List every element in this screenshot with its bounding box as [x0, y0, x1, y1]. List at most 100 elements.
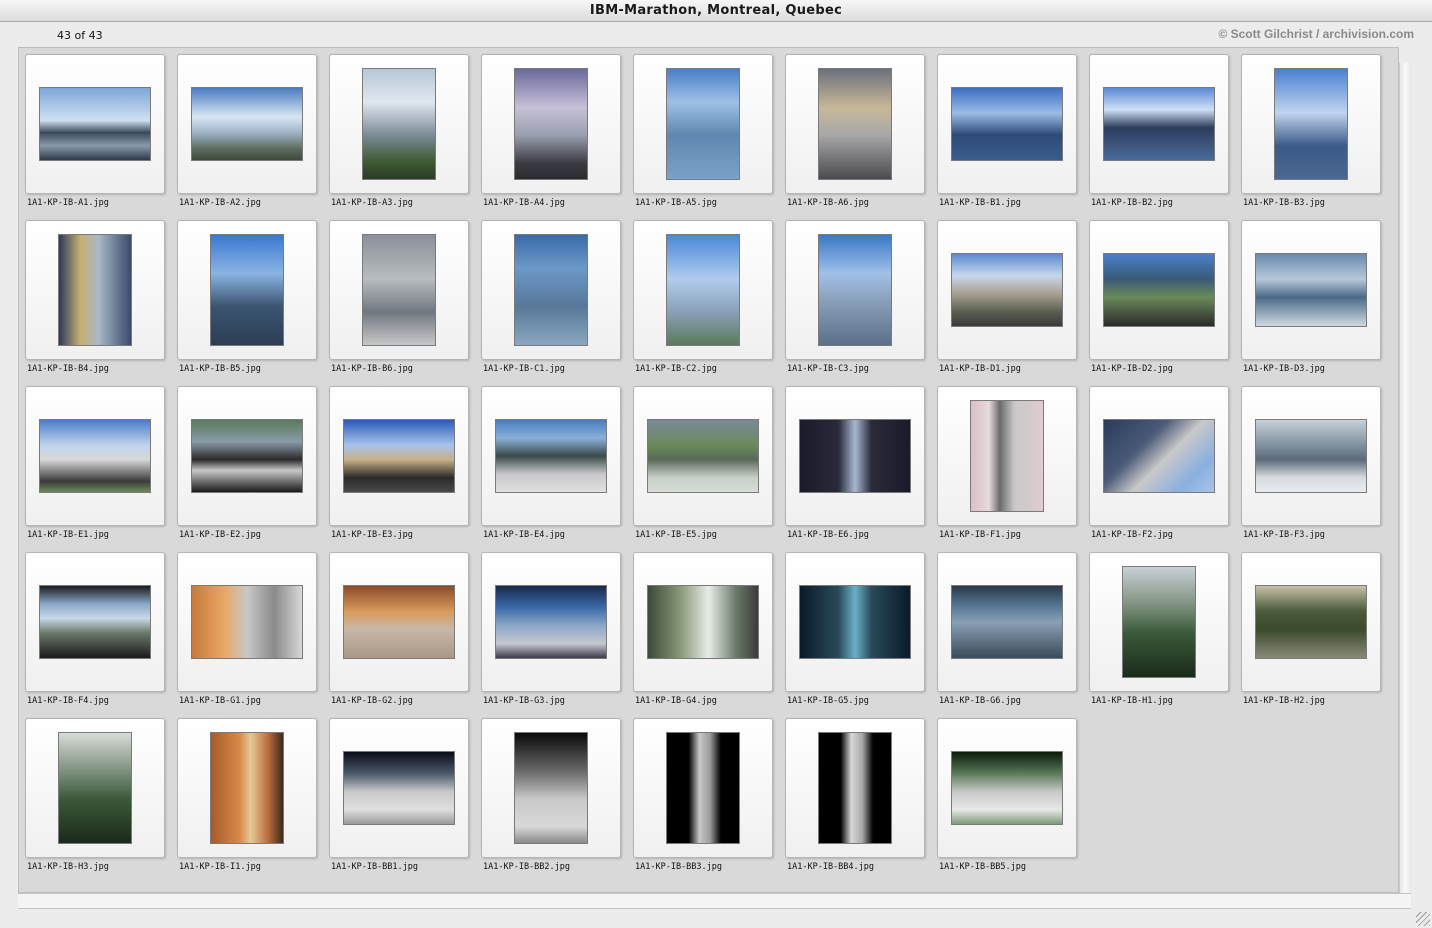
thumbnail-slide[interactable]: 1A1-KP-IB-A3.jpg — [329, 54, 469, 208]
thumbnail-slide[interactable]: 1A1-KP-IB-I1.jpg — [177, 718, 317, 872]
thumbnail-slide[interactable]: 1A1-KP-IB-B1.jpg — [937, 54, 1077, 208]
thumbnail-image[interactable] — [514, 732, 588, 844]
thumbnail-image[interactable] — [951, 87, 1063, 161]
thumbnail-image[interactable] — [1255, 585, 1367, 659]
thumbnail-image[interactable] — [799, 585, 911, 659]
thumbnail-slide[interactable]: 1A1-KP-IB-G4.jpg — [633, 552, 773, 706]
thumbnail-image[interactable] — [951, 253, 1063, 327]
thumbnail-slide[interactable]: 1A1-KP-IB-A6.jpg — [785, 54, 925, 208]
thumbnail-slide[interactable]: 1A1-KP-IB-H3.jpg — [25, 718, 165, 872]
thumbnail-image[interactable] — [514, 68, 588, 180]
thumbnail-slide[interactable]: 1A1-KP-IB-H2.jpg — [1241, 552, 1381, 706]
thumbnail-slide[interactable]: 1A1-KP-IB-BB2.jpg — [481, 718, 621, 872]
resize-grip-icon[interactable] — [1416, 912, 1430, 926]
thumbnail-slide[interactable]: 1A1-KP-IB-BB3.jpg — [633, 718, 773, 872]
thumbnail-image[interactable] — [1103, 419, 1215, 493]
thumbnail-slide[interactable]: 1A1-KP-IB-C3.jpg — [785, 220, 925, 374]
thumbnail-filename: 1A1-KP-IB-A1.jpg — [27, 198, 109, 208]
thumbnail-image[interactable] — [343, 585, 455, 659]
thumbnail-filename: 1A1-KP-IB-B3.jpg — [1243, 198, 1325, 208]
thumbnail-image[interactable] — [1122, 566, 1196, 678]
thumbnail-image[interactable] — [210, 234, 284, 346]
thumbnail-image[interactable] — [495, 585, 607, 659]
thumbnail-image[interactable] — [191, 87, 303, 161]
thumbnail-slide[interactable]: 1A1-KP-IB-G2.jpg — [329, 552, 469, 706]
thumbnail-slide[interactable]: 1A1-KP-IB-A2.jpg — [177, 54, 317, 208]
thumbnail-slide[interactable]: 1A1-KP-IB-G3.jpg — [481, 552, 621, 706]
thumbnail-slide[interactable]: 1A1-KP-IB-E5.jpg — [633, 386, 773, 540]
thumbnail-filename: 1A1-KP-IB-E5.jpg — [635, 530, 717, 540]
thumbnail-slide[interactable]: 1A1-KP-IB-B3.jpg — [1241, 54, 1381, 208]
thumbnail-slide[interactable]: 1A1-KP-IB-BB5.jpg — [937, 718, 1077, 872]
thumbnail-slide[interactable]: 1A1-KP-IB-E3.jpg — [329, 386, 469, 540]
thumbnail-slide[interactable]: 1A1-KP-IB-BB4.jpg — [785, 718, 925, 872]
thumbnail-image[interactable] — [647, 419, 759, 493]
thumbnail-image[interactable] — [58, 234, 132, 346]
thumbnail-image[interactable] — [970, 400, 1044, 512]
thumbnail-image[interactable] — [799, 419, 911, 493]
thumbnail-image[interactable] — [1274, 68, 1348, 180]
thumbnail-slide[interactable]: 1A1-KP-IB-BB1.jpg — [329, 718, 469, 872]
thumbnail-image[interactable] — [39, 87, 151, 161]
thumbnail-image[interactable] — [39, 585, 151, 659]
thumbnail-image[interactable] — [1255, 253, 1367, 327]
thumbnail-slide[interactable]: 1A1-KP-IB-A4.jpg — [481, 54, 621, 208]
thumbnail-filename: 1A1-KP-IB-F1.jpg — [939, 530, 1021, 540]
thumbnail-slide[interactable]: 1A1-KP-IB-D2.jpg — [1089, 220, 1229, 374]
thumbnail-slide[interactable]: 1A1-KP-IB-G6.jpg — [937, 552, 1077, 706]
horizontal-scrollbar[interactable] — [18, 893, 1411, 909]
thumbnail-image[interactable] — [495, 419, 607, 493]
thumbnail-image[interactable] — [818, 68, 892, 180]
thumbnail-image[interactable] — [191, 585, 303, 659]
thumbnail-image[interactable] — [818, 234, 892, 346]
thumbnail-slide[interactable]: 1A1-KP-IB-A1.jpg — [25, 54, 165, 208]
thumbnail-slide[interactable]: 1A1-KP-IB-C2.jpg — [633, 220, 773, 374]
thumbnail-filename: 1A1-KP-IB-B6.jpg — [331, 364, 413, 374]
thumbnail-image[interactable] — [666, 732, 740, 844]
thumbnail-slide[interactable]: 1A1-KP-IB-B6.jpg — [329, 220, 469, 374]
thumbnail-slide[interactable]: 1A1-KP-IB-F3.jpg — [1241, 386, 1381, 540]
thumbnail-slide[interactable]: 1A1-KP-IB-E6.jpg — [785, 386, 925, 540]
thumbnail-slide[interactable]: 1A1-KP-IB-B5.jpg — [177, 220, 317, 374]
thumbnail-image[interactable] — [647, 585, 759, 659]
thumbnail-image[interactable] — [1103, 87, 1215, 161]
thumbnail-filename: 1A1-KP-IB-B2.jpg — [1091, 198, 1173, 208]
thumbnail-slide[interactable]: 1A1-KP-IB-B4.jpg — [25, 220, 165, 374]
thumbnail-image[interactable] — [362, 68, 436, 180]
thumbnail-image[interactable] — [1255, 419, 1367, 493]
thumbnail-image[interactable] — [210, 732, 284, 844]
thumbnail-slide[interactable]: 1A1-KP-IB-G5.jpg — [785, 552, 925, 706]
thumbnail-image[interactable] — [1103, 253, 1215, 327]
thumbnail-slide[interactable]: 1A1-KP-IB-E4.jpg — [481, 386, 621, 540]
thumbnail-filename: 1A1-KP-IB-B1.jpg — [939, 198, 1021, 208]
thumbnail-image[interactable] — [191, 419, 303, 493]
thumbnail-slide[interactable]: 1A1-KP-IB-D1.jpg — [937, 220, 1077, 374]
thumbnail-filename: 1A1-KP-IB-E1.jpg — [27, 530, 109, 540]
thumbnail-slide[interactable]: 1A1-KP-IB-F4.jpg — [25, 552, 165, 706]
thumbnail-filename: 1A1-KP-IB-A3.jpg — [331, 198, 413, 208]
thumbnail-image[interactable] — [951, 585, 1063, 659]
thumbnail-image[interactable] — [58, 732, 132, 844]
thumbnail-slide[interactable]: 1A1-KP-IB-C1.jpg — [481, 220, 621, 374]
thumbnail-filename: 1A1-KP-IB-A5.jpg — [635, 198, 717, 208]
thumbnail-image[interactable] — [362, 234, 436, 346]
thumbnail-slide[interactable]: 1A1-KP-IB-E1.jpg — [25, 386, 165, 540]
thumbnail-image[interactable] — [666, 234, 740, 346]
thumbnail-slide[interactable]: 1A1-KP-IB-F1.jpg — [937, 386, 1077, 540]
thumbnail-slide[interactable]: 1A1-KP-IB-B2.jpg — [1089, 54, 1229, 208]
thumbnail-slide[interactable]: 1A1-KP-IB-F2.jpg — [1089, 386, 1229, 540]
thumbnail-slide[interactable]: 1A1-KP-IB-H1.jpg — [1089, 552, 1229, 706]
thumbnail-image[interactable] — [39, 419, 151, 493]
thumbnail-image[interactable] — [818, 732, 892, 844]
thumbnail-image[interactable] — [343, 419, 455, 493]
thumbnail-slide[interactable]: 1A1-KP-IB-G1.jpg — [177, 552, 317, 706]
thumbnail-slide[interactable]: 1A1-KP-IB-E2.jpg — [177, 386, 317, 540]
thumbnail-image[interactable] — [343, 751, 455, 825]
thumbnail-image[interactable] — [666, 68, 740, 180]
thumbnail-image[interactable] — [514, 234, 588, 346]
thumbnail-slide[interactable]: 1A1-KP-IB-A5.jpg — [633, 54, 773, 208]
thumbnail-filename: 1A1-KP-IB-G5.jpg — [787, 696, 869, 706]
thumbnail-slide[interactable]: 1A1-KP-IB-D3.jpg — [1241, 220, 1381, 374]
thumbnail-image[interactable] — [951, 751, 1063, 825]
vertical-scrollbar[interactable] — [1399, 63, 1411, 893]
